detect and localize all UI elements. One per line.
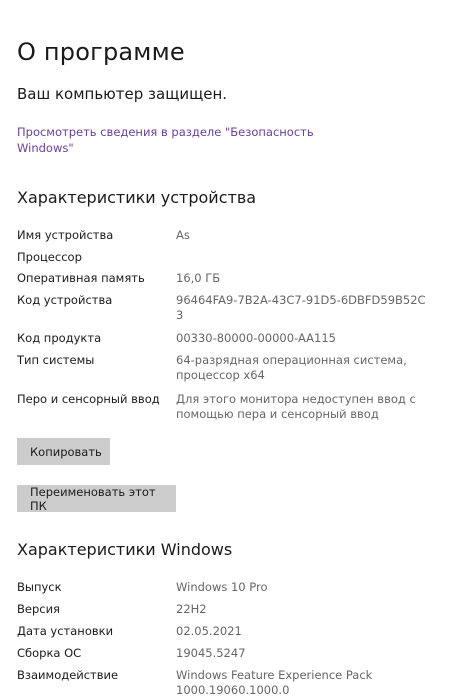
spec-value: Windows 10 Pro <box>176 580 268 594</box>
spec-value: 96464FA9-7B2A-43C7-91D5-6DBFD59B52C3 <box>176 293 426 322</box>
spec-label: Выпуск <box>17 580 62 594</box>
protection-status: Ваш компьютер защищен. <box>17 85 228 103</box>
spec-value: Windows Feature Experience Pack 1000.190… <box>176 668 373 697</box>
rename-pc-button[interactable]: Переименовать этот ПК <box>17 485 176 513</box>
page-title: О программе <box>17 38 185 66</box>
spec-value: 64-разрядная операционная система, проце… <box>176 353 407 382</box>
spec-label: Сборка ОС <box>17 646 82 660</box>
security-details-link[interactable]: Просмотреть сведения в разделе "Безопасн… <box>17 124 317 156</box>
spec-value: Для этого монитора недоступен ввод с пом… <box>176 392 416 421</box>
spec-value: 19045.5247 <box>176 646 246 660</box>
spec-label: Код продукта <box>17 331 102 345</box>
spec-label: Версия <box>17 602 60 616</box>
spec-label: Дата установки <box>17 624 114 638</box>
spec-value: As <box>176 228 190 242</box>
spec-label: Взаимодействие <box>17 668 119 682</box>
spec-value: 22H2 <box>176 602 207 616</box>
spec-label: Перо и сенсорный ввод <box>17 392 160 406</box>
spec-label: Процессор <box>17 250 82 264</box>
about-page: О программе Ваш компьютер защищен. Просм… <box>0 0 468 699</box>
spec-value: 00330-80000-00000-AA115 <box>176 331 336 345</box>
spec-label: Оперативная память <box>17 271 145 285</box>
spec-value: 16,0 ГБ <box>176 271 221 285</box>
windows-specs-title: Характеристики Windows <box>17 540 233 559</box>
spec-value: 02.05.2021 <box>176 624 242 638</box>
spec-label: Тип системы <box>17 353 95 367</box>
spec-label: Код устройства <box>17 293 113 307</box>
device-specs-title: Характеристики устройства <box>17 188 257 207</box>
spec-label: Имя устройства <box>17 228 114 242</box>
copy-button[interactable]: Копировать <box>17 438 110 465</box>
